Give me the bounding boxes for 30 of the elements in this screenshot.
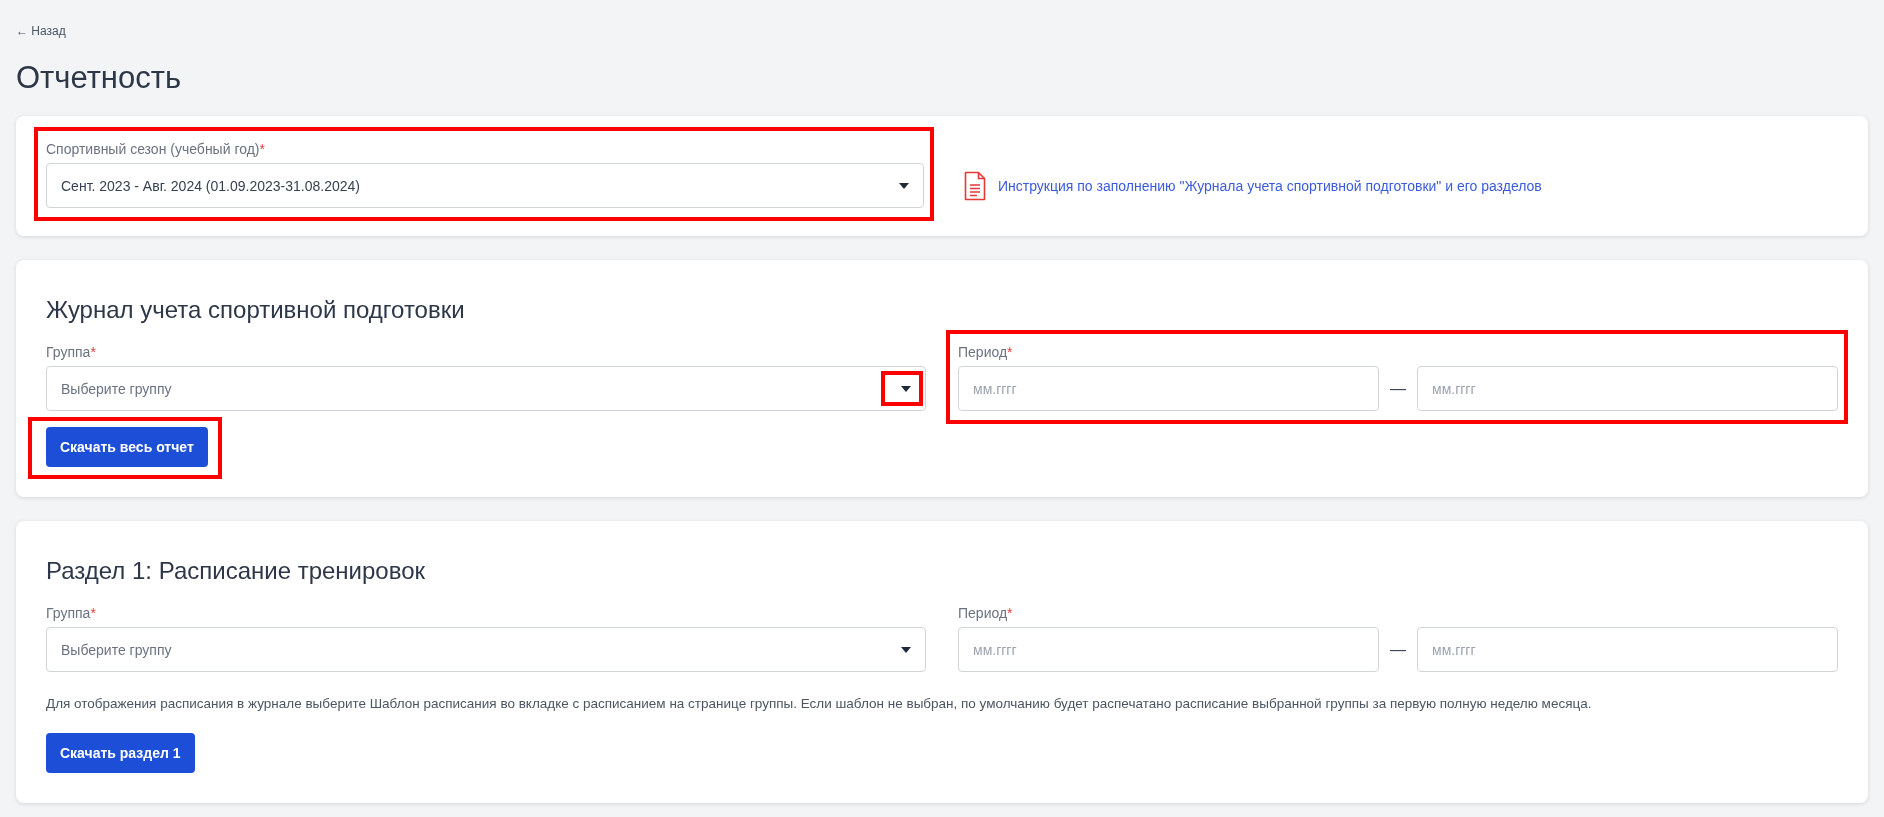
date-from-field[interactable]: мм.гггг	[958, 366, 1379, 411]
section-title: Раздел 1: Расписание тренировок	[46, 557, 427, 585]
range-separator: —	[1389, 379, 1407, 398]
field-label: Группа	[46, 344, 91, 360]
range-separator: —	[1389, 640, 1407, 659]
date-to-field[interactable]: мм.гггг	[1417, 627, 1838, 672]
required-mark: *	[90, 605, 96, 621]
required-mark: *	[1007, 344, 1013, 360]
document-icon	[964, 170, 986, 201]
caret-icon	[901, 385, 911, 392]
note-text: Для отображения расписания в журнале выберите Шаблон расписания во вкладке с расписанием на странице группы. Если шаблон не выбран, по умолчанию будет распечатано расписание выбранной группы за первую полную неделю месяца.	[46, 696, 1593, 711]
season-select[interactable]: Сент. 2023 - Авг. 2024 (01.09.2023-31.08.2024)	[46, 163, 924, 208]
required-mark: *	[1007, 605, 1013, 621]
required-mark: *	[259, 141, 265, 157]
download-button[interactable]: Скачать раздел 1	[46, 733, 195, 773]
page-title: Отчетность	[16, 60, 183, 96]
field-label: Период	[958, 605, 1008, 621]
field-label: Спортивный сезон (учебный год)	[46, 141, 260, 157]
date-from-field[interactable]: мм.гггг	[958, 627, 1379, 672]
instruction-link[interactable]: Инструкция по заполнению "Журнала учета спортивной подготовки" и его разделов	[998, 177, 1542, 194]
section-title: Журнал учета спортивной подготовки	[46, 296, 466, 324]
back-link[interactable]: ← Назад	[16, 24, 66, 38]
caret-icon	[899, 182, 909, 189]
required-mark: *	[90, 344, 96, 360]
group-select[interactable]: Выберите группу	[46, 627, 926, 672]
field-label: Группа	[46, 605, 91, 621]
date-to-field[interactable]: мм.гггг	[1417, 366, 1838, 411]
field-label: Период	[958, 344, 1008, 360]
download-button[interactable]: Скачать весь отчет	[46, 427, 208, 467]
group-select[interactable]: Выберите группу	[46, 366, 926, 411]
